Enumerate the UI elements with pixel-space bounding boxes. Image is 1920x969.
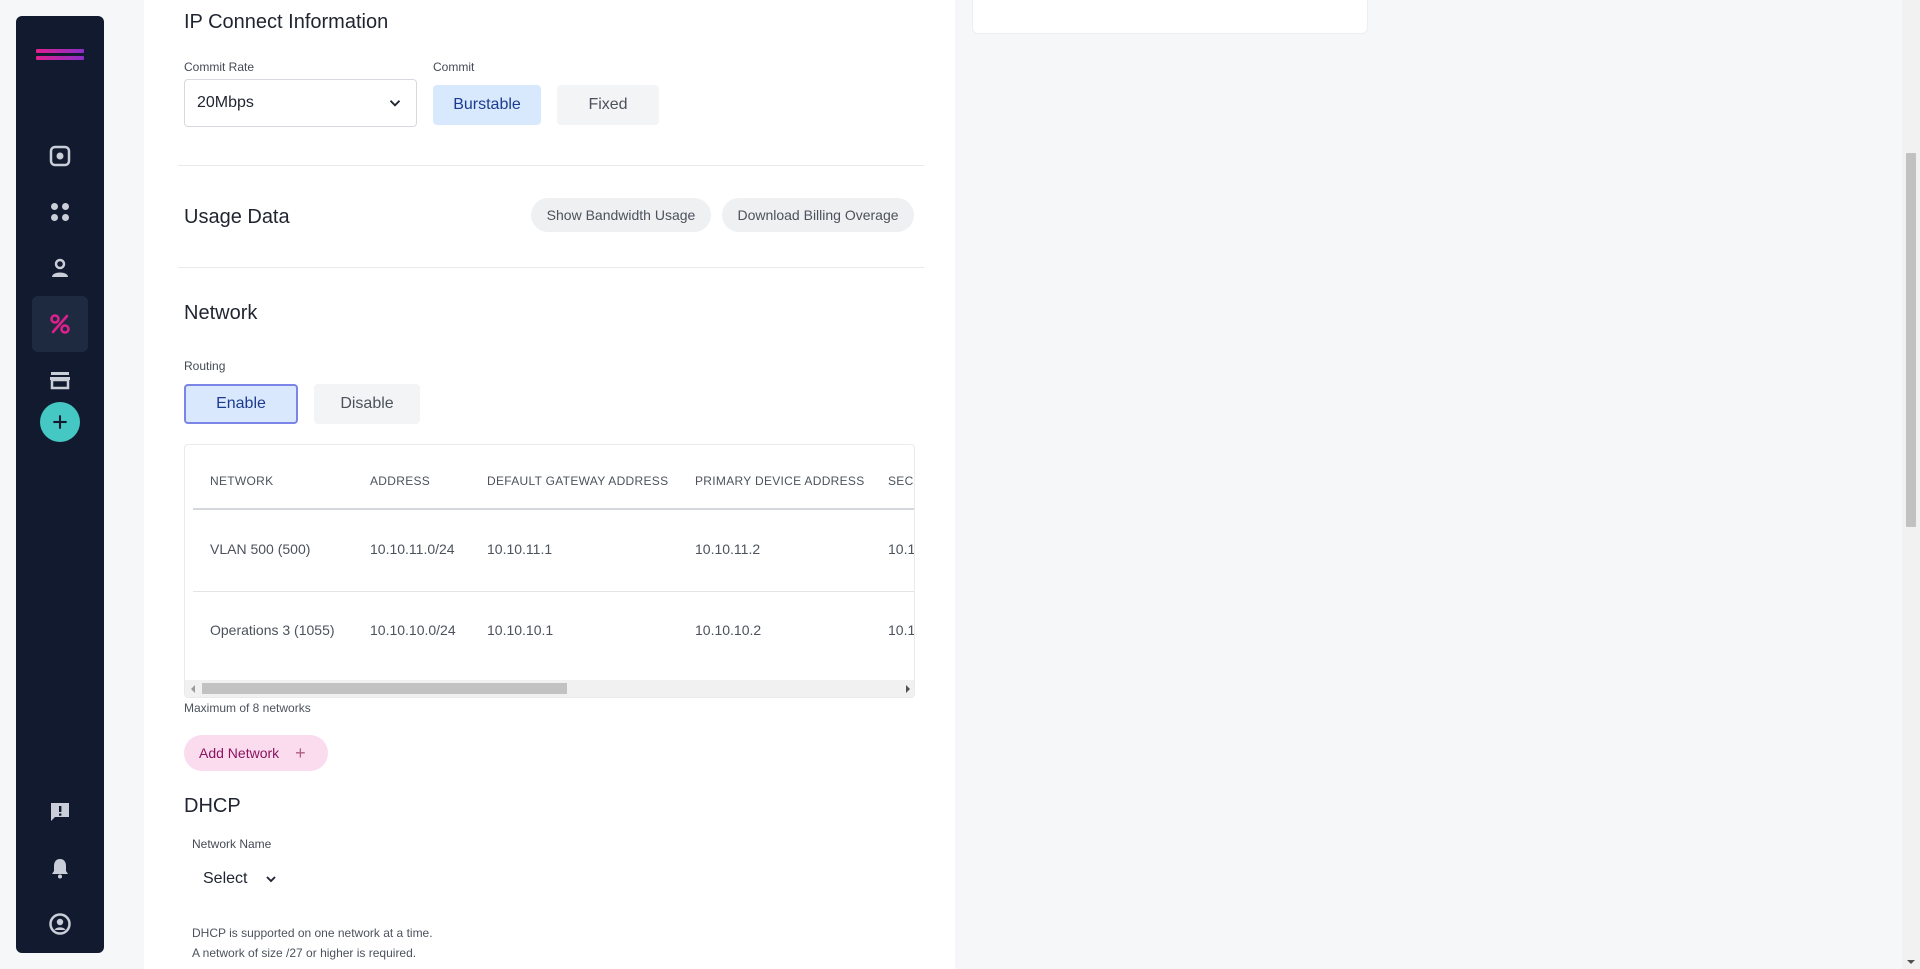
routing-label: Routing <box>184 359 226 373</box>
account-icon[interactable] <box>32 896 88 952</box>
user-icon[interactable] <box>32 240 88 296</box>
commit-rate-value: 20Mbps <box>197 94 254 111</box>
dhcp-note-line: A network of size /27 or higher is requi… <box>192 946 417 960</box>
column-header[interactable]: ADDRESS <box>370 474 430 488</box>
main-panel: IP Connect Information Commit Rate 20Mbp… <box>144 0 955 969</box>
add-network-button[interactable]: Add Network + <box>184 735 328 771</box>
divider <box>178 165 924 166</box>
network-table: NETWORK ADDRESS DEFAULT GATEWAY ADDRESS … <box>184 444 915 698</box>
dhcp-select-value: Select <box>203 870 248 887</box>
chevron-down-icon <box>389 100 401 107</box>
connections-icon[interactable] <box>32 296 88 352</box>
cell-gateway: 10.10.10.1 <box>487 622 554 638</box>
cell-address: 10.10.11.0/24 <box>370 541 455 557</box>
ip-connect-title: IP Connect Information <box>184 11 389 33</box>
cell-network: VLAN 500 (500) <box>210 541 311 557</box>
services-icon[interactable] <box>32 184 88 240</box>
network-title: Network <box>184 302 258 324</box>
chevron-down-icon <box>266 876 277 883</box>
add-network-label: Add Network <box>199 745 280 761</box>
scroll-left-icon[interactable] <box>191 685 195 693</box>
page-scroll-thumb[interactable] <box>1906 153 1916 527</box>
plus-icon: + <box>295 742 306 763</box>
network-name-label: Network Name <box>192 837 272 851</box>
commit-label: Commit <box>433 60 475 74</box>
cell-address: 10.10.10.0/24 <box>370 622 456 638</box>
cell-secondary: 10.1 <box>888 541 915 557</box>
feedback-icon[interactable] <box>32 784 88 840</box>
dhcp-note-line: DHCP is supported on one network at a ti… <box>192 926 433 940</box>
burstable-button[interactable]: Burstable <box>433 85 541 125</box>
row-divider <box>193 591 914 592</box>
enable-routing-button[interactable]: Enable <box>184 384 298 424</box>
marketplace-icon[interactable] <box>32 352 88 408</box>
table-horizontal-scrollbar[interactable] <box>185 680 914 697</box>
max-networks-note: Maximum of 8 networks <box>184 701 311 715</box>
scroll-thumb[interactable] <box>202 683 567 694</box>
fixed-button[interactable]: Fixed <box>557 85 659 125</box>
header-divider <box>193 508 914 510</box>
dhcp-network-select[interactable]: Select <box>192 866 292 892</box>
commit-rate-select[interactable]: 20Mbps <box>184 79 417 127</box>
cell-primary-device: 10.10.10.2 <box>695 622 762 638</box>
logo[interactable] <box>36 49 84 69</box>
cell-gateway: 10.10.11.1 <box>487 541 553 557</box>
notifications-icon[interactable] <box>32 840 88 896</box>
commit-rate-label: Commit Rate <box>184 60 255 74</box>
summary-card <box>972 0 1368 34</box>
sidebar <box>16 16 104 953</box>
divider <box>178 267 924 268</box>
download-billing-button[interactable]: Download Billing Overage <box>722 198 914 232</box>
column-header[interactable]: SEC <box>888 474 914 488</box>
page-vertical-scrollbar[interactable] <box>1902 0 1920 969</box>
disable-routing-button[interactable]: Disable <box>314 384 420 424</box>
column-header[interactable]: NETWORK <box>210 474 273 488</box>
dhcp-title: DHCP <box>184 795 241 817</box>
column-header[interactable]: PRIMARY DEVICE ADDRESS <box>695 474 865 488</box>
column-header[interactable]: DEFAULT GATEWAY ADDRESS <box>487 474 668 488</box>
add-icon[interactable] <box>40 402 80 442</box>
scroll-right-icon[interactable] <box>906 685 910 693</box>
show-bandwidth-button[interactable]: Show Bandwidth Usage <box>531 198 711 232</box>
scroll-down-icon[interactable] <box>1907 960 1915 964</box>
cell-network: Operations 3 (1055) <box>210 622 335 638</box>
usage-data-title: Usage Data <box>184 206 290 228</box>
cell-primary-device: 10.10.11.2 <box>695 541 761 557</box>
dashboard-icon[interactable] <box>32 128 88 184</box>
cell-secondary: 10.1 <box>888 622 915 638</box>
